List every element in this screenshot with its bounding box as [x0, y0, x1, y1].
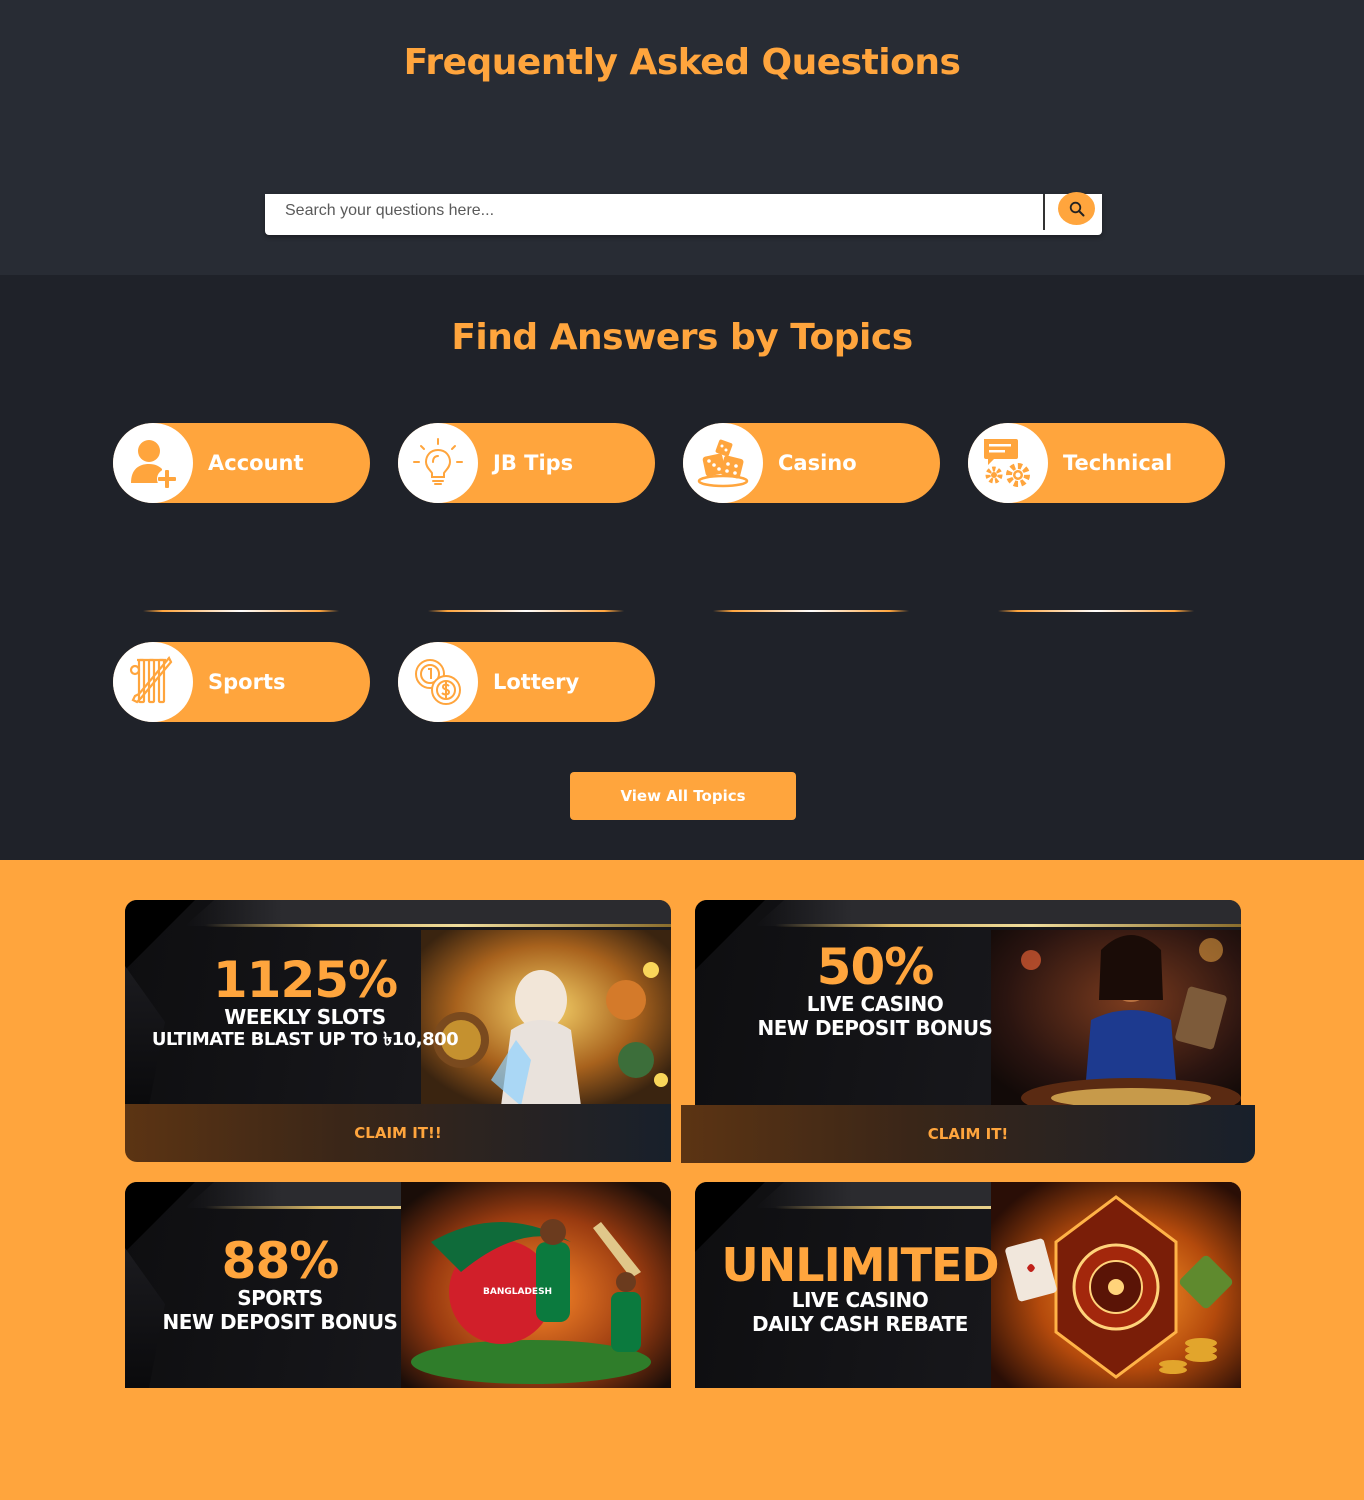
topic-label: Lottery: [493, 670, 580, 694]
gears-chat-icon: [984, 439, 1030, 487]
claim-button[interactable]: CLAIM IT!!: [125, 1104, 671, 1162]
claim-button[interactable]: CLAIM IT!: [681, 1105, 1255, 1163]
topic-technical[interactable]: Technical: [968, 423, 1225, 503]
topic-sports[interactable]: Sports: [113, 642, 370, 722]
promo-line2: ULTIMATE BLAST UP TO ৳10,800: [151, 1029, 459, 1051]
promo-line1: SPORTS: [237, 1286, 323, 1310]
dice-icon: [697, 439, 749, 488]
promo-percent: 50%: [816, 938, 935, 996]
promo-banner-rebate[interactable]: UNLIMITED LIVE CASINO DAILY CASH REBATE: [695, 1182, 1241, 1388]
search-bar: [265, 192, 1102, 235]
lightbulb-icon: [413, 438, 463, 485]
topic-casino[interactable]: Casino: [683, 423, 940, 503]
topic-icon-circle: [398, 423, 478, 503]
promo-line1: LIVE CASINO: [806, 992, 944, 1016]
topic-icon-circle: [968, 423, 1048, 503]
topic-icon-circle: [113, 423, 193, 503]
promo-text: 88% SPORTS NEW DEPOSIT BONUS: [145, 1182, 415, 1388]
promo-line2: NEW DEPOSIT BONUS: [162, 1310, 398, 1334]
promo-banner-live-casino[interactable]: 50% LIVE CASINO NEW DEPOSIT BONUS: [695, 900, 1241, 1106]
promo-percent: 88%: [221, 1232, 340, 1290]
promo-banner-slots[interactable]: 1125% WEEKLY SLOTS ULTIMATE BLAST UP TO …: [125, 900, 671, 1106]
topic-icon-circle: [113, 642, 193, 722]
bangladesh-badge: BANGLADESH: [483, 1287, 553, 1297]
topic-jb-tips[interactable]: JB Tips: [398, 423, 655, 503]
faq-hero: Frequently Asked Questions: [0, 0, 1364, 275]
topic-lottery[interactable]: Lottery: [398, 642, 655, 722]
promo-line1: WEEKLY SLOTS: [224, 1005, 386, 1030]
promo-text: 50% LIVE CASINO NEW DEPOSIT BONUS: [725, 900, 1025, 1094]
topics-section: Find Answers by Topics Account JB Tips C…: [0, 275, 1364, 860]
promo-text: 1125% WEEKLY SLOTS ULTIMATE BLAST UP TO …: [145, 900, 465, 1106]
search-button[interactable]: [1058, 192, 1095, 225]
search-icon: [1069, 201, 1084, 216]
search-input[interactable]: [265, 194, 1042, 227]
roulette-cards-image: [991, 1182, 1241, 1388]
topic-divider: [998, 610, 1194, 612]
cricket-icon: [129, 656, 173, 704]
topic-label: Casino: [778, 451, 857, 475]
promo-line2: NEW DEPOSIT BONUS: [757, 1016, 993, 1040]
account-add-icon: [131, 440, 177, 489]
search-divider: [1043, 194, 1045, 230]
topic-divider: [143, 610, 339, 612]
topic-label: JB Tips: [493, 451, 574, 475]
topic-icon-circle: [683, 423, 763, 503]
page-title: Frequently Asked Questions: [403, 42, 961, 83]
promo-banner-sports[interactable]: BANGLADESH 88% SPORTS NEW DEPOSIT BONUS: [125, 1182, 671, 1388]
topic-divider: [713, 610, 909, 612]
topic-label: Account: [208, 451, 304, 475]
topic-divider: [428, 610, 624, 612]
promo-text: UNLIMITED LIVE CASINO DAILY CASH REBATE: [720, 1186, 1000, 1388]
topic-label: Sports: [208, 670, 286, 694]
topic-label: Technical: [1063, 451, 1173, 475]
topic-icon-circle: [398, 642, 478, 722]
topics-title: Find Answers by Topics: [451, 317, 913, 358]
promo-line1: LIVE CASINO: [791, 1288, 929, 1312]
cricket-players-image: [401, 1182, 671, 1388]
promotions-section: 1125% WEEKLY SLOTS ULTIMATE BLAST UP TO …: [0, 860, 1364, 1500]
live-dealer-image: [991, 930, 1241, 1106]
topic-account[interactable]: Account: [113, 423, 370, 503]
promo-percent: 1125%: [212, 951, 398, 1010]
coins-icon: [415, 659, 461, 705]
promo-line2: DAILY CASH REBATE: [752, 1312, 968, 1336]
promo-unlimited: UNLIMITED: [721, 1238, 999, 1292]
view-all-topics-button[interactable]: View All Topics: [570, 772, 796, 820]
